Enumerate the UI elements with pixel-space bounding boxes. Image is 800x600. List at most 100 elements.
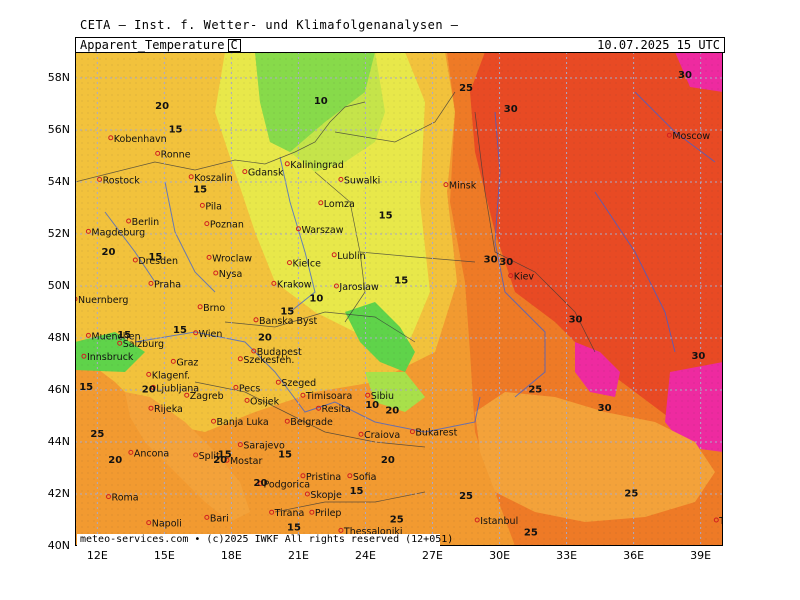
- city-label: Skopje: [310, 490, 342, 501]
- contour-value-label: 25: [624, 489, 638, 500]
- lat-label: 50N: [47, 279, 70, 292]
- contour-value-label: 25: [528, 385, 542, 396]
- city-label: Belgrade: [290, 417, 333, 428]
- city-label: Graz: [176, 357, 198, 368]
- city-marker: Szeged: [275, 378, 316, 389]
- city-marker: Craiova: [358, 430, 400, 441]
- city-label: Nysa: [219, 269, 243, 280]
- contour-value-label: 20: [213, 455, 227, 466]
- city-label: Kaliningrad: [290, 160, 344, 171]
- city-label: Mostar: [230, 456, 263, 467]
- lat-label: 58N: [47, 71, 70, 84]
- city-label: Roma: [112, 493, 139, 504]
- contour-value-label: 30: [598, 403, 612, 414]
- apparent-temperature-map: Kobenhavn Ronne Rostock Koszalin Gdansk Kalin…: [75, 52, 723, 546]
- contour-value-label: 15: [394, 275, 408, 286]
- city-marker: Kielce: [287, 259, 322, 270]
- city-marker: Jaroslaw: [333, 282, 379, 293]
- city-label: Sofia: [353, 472, 377, 483]
- map-title-bar: Apparent_Temperature C 10.07.2025 15 UTC: [75, 37, 725, 53]
- city-label: Banja Luka: [217, 417, 269, 428]
- lat-label: 48N: [47, 331, 70, 344]
- lon-label: 30E: [489, 549, 511, 562]
- contour-value-label: 15: [379, 210, 393, 221]
- city-label: Jaroslaw: [338, 282, 379, 293]
- city-label: Kielce: [293, 259, 322, 270]
- city-marker: Timisoara: [300, 391, 352, 402]
- city-label: Ancona: [134, 448, 169, 459]
- city-label: Wien: [199, 329, 223, 340]
- lon-label: 36E: [623, 549, 645, 562]
- contour-value-label: 30: [499, 257, 513, 268]
- city-label: Tirana: [274, 508, 305, 519]
- city-marker: Resita: [316, 404, 351, 415]
- city-label: Koszalin: [194, 173, 233, 184]
- contour-value-label: 10: [309, 294, 323, 305]
- city-marker: Ancona: [128, 448, 169, 459]
- unit-label: C: [227, 39, 241, 52]
- city-label: Napoli: [152, 519, 182, 530]
- city-marker: Lublin: [331, 251, 366, 262]
- city-label: Szeged: [281, 378, 316, 389]
- city-label: Podgorica: [263, 480, 310, 491]
- city-label: Resita: [322, 404, 351, 415]
- city-label: Zagreb: [190, 391, 224, 402]
- contour-value-label: 30: [504, 104, 518, 115]
- lat-label: 44N: [47, 435, 70, 448]
- city-marker: Sofia: [347, 472, 377, 483]
- contour-value-label: 15: [193, 184, 207, 195]
- city-marker: Osijek: [244, 396, 280, 407]
- city-label: Innsbruck: [87, 352, 134, 363]
- city-marker: Kobenhavn: [108, 134, 167, 145]
- contour-value-label: 20: [142, 385, 156, 396]
- city-label: Kobenhavn: [114, 134, 167, 145]
- contour-value-label: 10: [314, 96, 328, 107]
- city-marker: Graz: [170, 357, 198, 368]
- contour-value-label: 15: [117, 330, 131, 341]
- contour-value-label: 15: [280, 307, 294, 318]
- city-label: Bukarest: [415, 428, 457, 439]
- lat-label: 40N: [47, 539, 70, 552]
- lon-label: 15E: [153, 549, 175, 562]
- city-marker: Gdansk: [242, 168, 284, 179]
- contour-value-label: 20: [258, 333, 272, 344]
- city-label: Ronne: [161, 149, 191, 160]
- lat-label: 56N: [47, 123, 70, 136]
- city-marker: Kaliningrad: [284, 160, 344, 171]
- contour-value-label: 15: [173, 325, 187, 336]
- parameter-title: Apparent_Temperature C: [80, 38, 241, 52]
- producer-header: CETA — Inst. f. Wetter- und Klimafolgena…: [80, 18, 459, 32]
- city-label: Gdansk: [248, 168, 284, 179]
- city-label: Moscow: [672, 131, 710, 142]
- city-marker: Prilep: [309, 508, 341, 519]
- city-label: Magdeburg: [91, 227, 145, 238]
- city-label: Pila: [205, 201, 222, 212]
- city-marker: Belgrade: [284, 417, 333, 428]
- contour-value-label: 10: [365, 400, 379, 411]
- contour-value-label: 20: [155, 101, 169, 112]
- city-label: Craiova: [364, 430, 400, 441]
- contour-value-label: 30: [678, 70, 692, 81]
- lon-label: 24E: [354, 549, 376, 562]
- city-marker: Innsbruck: [81, 352, 134, 363]
- city-marker: Nuernberg: [75, 295, 128, 306]
- lon-label: 39E: [690, 549, 712, 562]
- city-marker: Warszaw: [295, 225, 344, 236]
- lon-label: 18E: [220, 549, 242, 562]
- city-marker: Berlin: [126, 217, 159, 228]
- city-marker: Poznan: [204, 220, 244, 231]
- city-label: Pecs: [239, 383, 260, 394]
- city-label: Warszaw: [301, 225, 343, 236]
- city-marker: Szekesfeh.: [237, 355, 294, 366]
- lon-label: 12E: [86, 549, 108, 562]
- city-marker: Skopje: [304, 490, 342, 501]
- city-label: Timisoara: [305, 391, 352, 402]
- city-marker: Bukarest: [409, 428, 458, 439]
- lat-label: 54N: [47, 175, 70, 188]
- city-label: Wroclaw: [212, 253, 252, 264]
- lon-label: 33E: [556, 549, 578, 562]
- city-marker: Lomza: [318, 199, 355, 210]
- city-marker: Krakow: [271, 279, 312, 290]
- city-marker: Rijeka: [148, 404, 183, 415]
- parameter-name: Apparent_Temperature: [80, 38, 225, 52]
